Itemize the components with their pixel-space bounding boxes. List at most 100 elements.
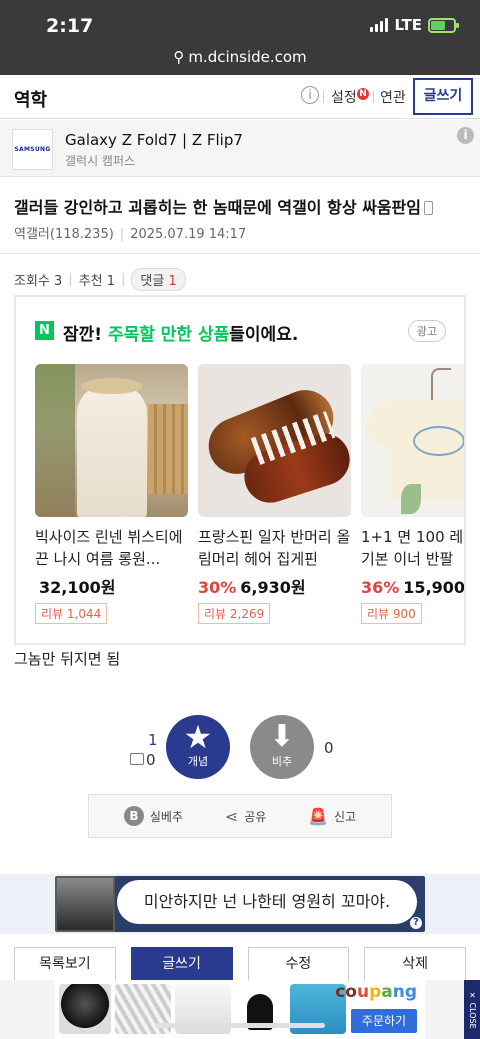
write-button[interactable]: 글쓰기	[413, 78, 473, 115]
post-title: 갤러들 강인하고 괴롭히는 한 놈때문에 역갤이 항상 싸움판임	[14, 194, 464, 218]
naver-logo: N	[35, 321, 54, 340]
product-card[interactable]: 프랑스핀 일자 반머리 올림머리 헤어 집게핀 30% 6,930원 리뷰 2,2…	[198, 364, 351, 624]
new-badge: N	[357, 88, 369, 100]
divider	[0, 253, 480, 254]
comment-count-button[interactable]: 댓글 1	[131, 268, 186, 291]
bottom-ad-banner[interactable]: coupang 주문하기	[55, 980, 425, 1039]
product-card[interactable]: 1+1 면 100 레터링 염 기본 이너 반팔 36%15,900원 리뷰 9…	[361, 364, 466, 624]
siren-icon: 🚨	[308, 806, 328, 826]
url-text: m.dcinside.com	[188, 48, 307, 66]
upvote-button[interactable]: ★ 개념	[166, 715, 230, 779]
view-count: 조회수 3	[14, 274, 63, 289]
robot-vacuum-image	[59, 984, 111, 1034]
url-bar[interactable]: ⚲ m.dcinside.com	[0, 48, 480, 66]
related-link[interactable]: 연관	[380, 87, 406, 107]
product-image[interactable]	[361, 364, 464, 517]
best-recommend-label: 실베추	[149, 809, 184, 824]
logo-letter: o	[345, 982, 357, 1002]
order-button[interactable]: 주문하기	[351, 1009, 417, 1033]
signal-icon	[370, 18, 389, 32]
post-author[interactable]: 역갤러(118.235)	[14, 227, 114, 242]
share-icon: ⋖	[224, 806, 239, 826]
ad-label[interactable]: 광고	[407, 320, 446, 342]
report-label: 신고	[334, 809, 357, 824]
status-time: 2:17	[46, 15, 94, 37]
product-review-count: 리뷰 900	[361, 603, 422, 624]
product-price: 30% 6,930원	[198, 574, 351, 598]
logo-letter: u	[356, 982, 370, 1002]
logo-letter: p	[369, 982, 382, 1002]
post-meta: 역갤러(118.235) | 2025.07.19 14:17	[14, 223, 246, 242]
comment-label: 댓글	[140, 274, 165, 289]
write-post-button[interactable]: 글쓰기	[130, 947, 233, 981]
banner-ad-text: 미안하지만 넌 나한테 영원히 꼬마야.	[117, 880, 417, 924]
samsung-logo: SAMSUNG	[12, 129, 53, 170]
status-icons: LTE	[370, 16, 459, 34]
banner-ad-image[interactable]: 미안하지만 넌 나한테 영원히 꼬마야. ?	[55, 876, 425, 932]
product-price-value: 6,930원	[240, 578, 306, 597]
delete-button[interactable]: 삭제	[364, 947, 466, 981]
product-price: 36%15,900원	[361, 574, 466, 598]
product-price: 32,100원	[35, 574, 188, 598]
ad-headline-part: 잠깐!	[63, 325, 108, 345]
star-icon: ★	[183, 718, 213, 756]
product-price-value: 32,100원	[39, 578, 116, 597]
report-button[interactable]: 🚨 신고	[308, 807, 356, 826]
fixed-user-icon	[130, 753, 144, 765]
site-settings-icon[interactable]: ⚲	[173, 48, 184, 66]
product-review-count: 리뷰 1,044	[35, 603, 108, 624]
product-card[interactable]: 빅사이즈 린넨 뷔스티에 끈 나시 여름 롱원... 32,100원 리뷰 1,…	[35, 364, 188, 624]
best-recommend-button[interactable]: B 실베추	[123, 806, 184, 826]
list-button[interactable]: 목록보기	[14, 947, 116, 981]
logo-letter: c	[335, 982, 346, 1002]
banner-ad[interactable]: 미안하지만 넌 나한테 영원히 꼬마야. ?	[0, 874, 480, 934]
sponsor-subtitle: 갤럭시 캠퍼스	[65, 154, 136, 168]
logo-letter: a	[381, 982, 393, 1002]
product-price-value: 15,900원	[403, 578, 466, 597]
downvote-count: 0	[324, 739, 334, 757]
sponsor-title: Galaxy Z Fold7 | Z Flip7	[65, 131, 243, 149]
product-name[interactable]: 프랑스핀 일자 반머리 올림머리 헤어 집게핀	[198, 526, 351, 570]
post-date: 2025.07.19 14:17	[130, 227, 247, 242]
edit-button[interactable]: 수정	[247, 947, 350, 981]
product-discount: 30%	[198, 578, 237, 597]
product-name[interactable]: 1+1 면 100 레터링 염 기본 이너 반팔	[361, 526, 464, 570]
coupang-logo: coupang	[335, 982, 417, 1002]
downvote-label: 비추	[271, 755, 293, 768]
down-arrow-icon: ⬇	[269, 719, 295, 754]
info-icon[interactable]: i	[457, 127, 474, 144]
fixed-upvote-count: 0	[146, 751, 156, 769]
banner-person-image	[57, 878, 113, 930]
sponsor-banner[interactable]: SAMSUNG Galaxy Z Fold7 | Z Flip7 갤럭시 캠퍼스…	[0, 120, 480, 177]
upvote-count: 1	[148, 731, 158, 749]
product-image[interactable]	[198, 364, 351, 517]
gallery-name[interactable]: 역학	[14, 86, 47, 112]
settings-link[interactable]: 설정	[331, 87, 357, 107]
divider: |	[68, 272, 73, 287]
product-discount: 36%	[361, 578, 400, 597]
bottom-buttons: 목록보기 글쓰기 수정 삭제	[14, 947, 466, 981]
logo-letter: g	[404, 982, 417, 1002]
ad-close-button[interactable]: ✕ CLOSE	[464, 980, 480, 1039]
vote-area: 1 0 ★ 개념 ⬇ 비추 0	[0, 715, 480, 785]
product-carousel[interactable]: 빅사이즈 린넨 뷔스티에 끈 나시 여름 롱원... 32,100원 리뷰 1,…	[35, 364, 466, 624]
bottom-ad[interactable]: coupang 주문하기 ✕ CLOSE	[0, 980, 480, 1039]
product-name[interactable]: 빅사이즈 린넨 뷔스티에 끈 나시 여름 롱원...	[35, 526, 188, 570]
network-label: LTE	[394, 16, 422, 34]
logo-letter: n	[392, 982, 405, 1002]
downvote-button[interactable]: ⬇ 비추	[250, 715, 314, 779]
mobile-icon	[424, 201, 433, 215]
recommend-count: 추천 1	[78, 274, 116, 289]
gallery-header: 역학 i 설정 N 연관 글쓰기	[0, 75, 480, 119]
ad-help-icon[interactable]: ?	[409, 916, 423, 930]
comment-number: 1	[168, 274, 177, 289]
gallery-info-icon[interactable]: i	[301, 86, 319, 104]
divider	[373, 91, 374, 103]
product-image[interactable]	[35, 364, 188, 517]
upvote-label: 개념	[187, 755, 209, 768]
home-indicator[interactable]	[155, 1023, 325, 1028]
share-button[interactable]: ⋖ 공유	[225, 807, 267, 826]
product-review-count: 리뷰 2,269	[198, 603, 271, 624]
ad-headline-part: 들이에요.	[229, 325, 299, 345]
divider: |	[119, 227, 125, 242]
